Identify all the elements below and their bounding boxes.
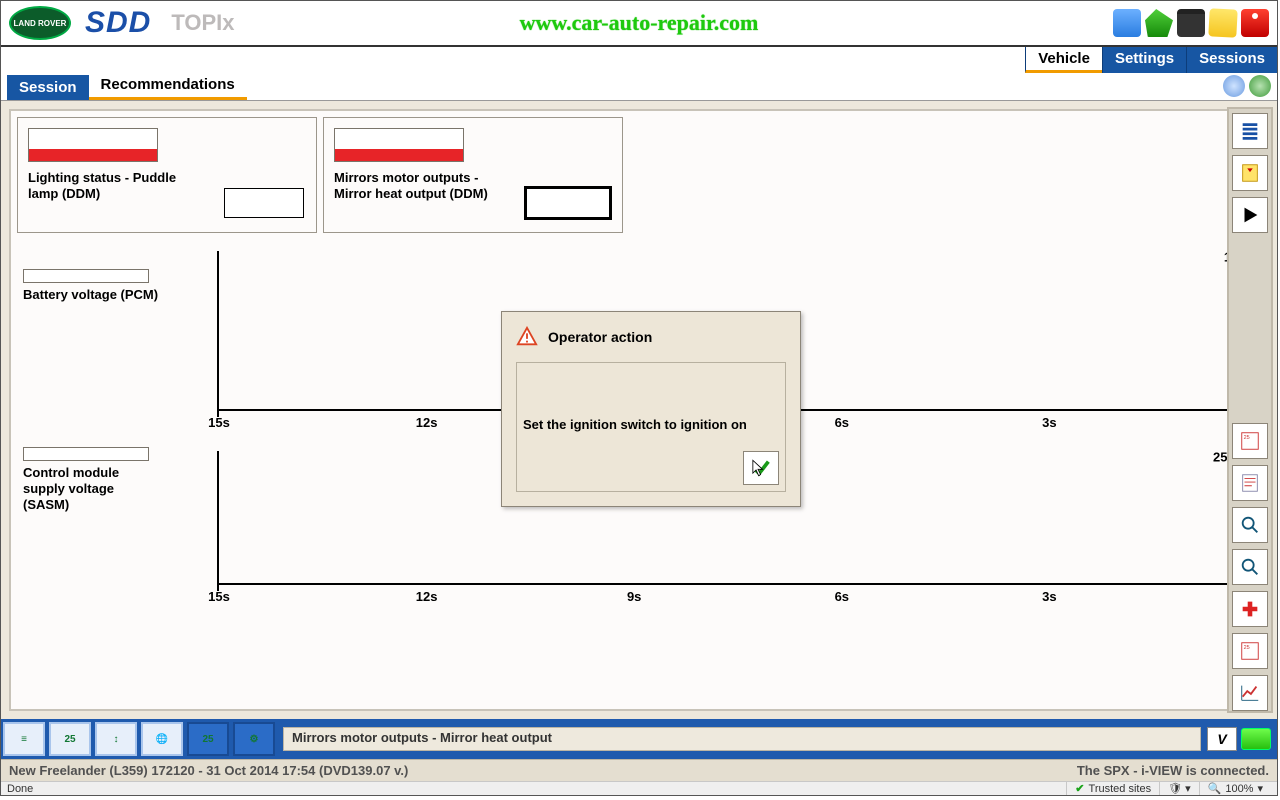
minichart-icon [334,128,464,162]
status-bar: New Freelander (L359) 172120 - 31 Oct 20… [1,759,1277,781]
btool-globe-button[interactable]: 🌐 [141,722,183,756]
param-box-control[interactable] [23,447,149,461]
check-icon: ✔ [1075,782,1084,795]
tool-zoom-button[interactable] [1232,549,1268,585]
svg-text:25: 25 [1244,645,1250,651]
xtick: 3s [1042,415,1056,430]
xtick: 15s [208,415,230,430]
operator-action-dialog: Operator action Set the ignition switch … [501,311,801,507]
card-label: Lighting status - Puddle lamp (DDM) [28,170,183,202]
xtick: 6s [835,415,849,430]
dialog-body: Set the ignition switch to ignition on [516,362,786,492]
dialog-title: Operator action [548,329,652,345]
oscilloscope-icon[interactable] [1113,9,1141,37]
status-left: New Freelander (L359) 172120 - 31 Oct 20… [9,763,408,778]
xtick: 9s [627,589,641,604]
btool-speed2-button[interactable]: 25 [187,722,229,756]
btool-module-button[interactable]: ⚙ [233,722,275,756]
tool-list-button[interactable] [1232,113,1268,149]
cursor-icon [751,459,765,477]
secondary-nav: Session Recommendations [1,73,1277,101]
notebook-icon[interactable] [1177,9,1205,37]
browser-done: Done [7,783,33,795]
param-label-control: Control module supply voltage (SASM) [23,465,163,513]
primary-nav: Vehicle Settings Sessions [1,47,1277,73]
status-right: The SPX - i-VIEW is connected. [1077,763,1269,778]
tool-speedo2-button[interactable]: 25 [1232,633,1268,669]
tool-zoom-graph-button[interactable] [1232,507,1268,543]
tool-save-button[interactable] [1232,155,1268,191]
xtick: 15s [208,589,230,604]
param-label-battery: Battery voltage (PCM) [23,287,158,303]
warning-icon [516,326,538,348]
dialog-message: Set the ignition switch to ignition on [523,417,747,432]
zoom-control[interactable]: 🔍 100% ▾ [1199,782,1271,795]
app-window: LAND ROVER SDD TOPIx www.car-auto-repair… [0,0,1278,796]
param-cards: Lighting status - Puddle lamp (DDM) Mirr… [17,117,623,233]
tab-vehicle[interactable]: Vehicle [1025,47,1102,73]
card-lighting-status[interactable]: Lighting status - Puddle lamp (DDM) [17,117,317,233]
tool-speedo-button[interactable]: 25 [1232,423,1268,459]
tab-settings[interactable]: Settings [1102,47,1186,73]
svg-text:25: 25 [1244,435,1250,441]
xtick: 6s [835,589,849,604]
btool-signals-button[interactable]: ≡ [3,722,45,756]
extinguisher-icon[interactable] [1241,9,1269,37]
watermark-url: www.car-auto-repair.com [520,10,759,36]
refresh-icon[interactable] [1249,75,1271,97]
tool-add-button[interactable] [1232,591,1268,627]
vehicle-icon[interactable] [1145,9,1173,37]
topix-label[interactable]: TOPIx [171,10,234,36]
landrover-logo: LAND ROVER [9,6,71,40]
tool-report-button[interactable] [1232,465,1268,501]
card-mirror-heat[interactable]: Mirrors motor outputs - Mirror heat outp… [323,117,623,233]
zoom-value: 100% [1225,783,1253,795]
top-icon-bar [1113,9,1269,37]
print-icon[interactable] [1223,75,1245,97]
card-label: Mirrors motor outputs - Mirror heat outp… [334,170,489,202]
card-value-box [224,188,304,218]
browser-status-bar: Done ✔ Trusted sites 🛡 ▾ 🔍 100% ▾ [1,781,1277,795]
card-value-box [524,186,612,220]
trusted-sites-label: Trusted sites [1089,783,1152,795]
subtab-session[interactable]: Session [7,75,89,100]
work-wrap: Lighting status - Puddle lamp (DDM) Mirr… [1,101,1277,719]
subtab-recommendations[interactable]: Recommendations [89,72,247,100]
vbat-indicator: V [1207,727,1237,751]
param-box-battery[interactable] [23,269,149,283]
right-toolbox: 25 25 [1227,107,1273,713]
xtick: 12s [416,415,438,430]
battery-icon [1241,728,1271,750]
tool-graph-button[interactable] [1232,675,1268,711]
minichart-icon [28,128,158,162]
top-bar: LAND ROVER SDD TOPIx www.car-auto-repair… [1,1,1277,47]
xtick: 12s [416,589,438,604]
sticky-note-icon[interactable] [1208,8,1237,37]
work-area: Lighting status - Puddle lamp (DDM) Mirr… [9,109,1269,711]
bottom-toolbar: ≡ 25 ↕ 🌐 25 ⚙ Mirrors motor outputs - Mi… [1,719,1277,759]
btool-updown-button[interactable]: ↕ [95,722,137,756]
security-zone-icon[interactable]: 🛡 ▾ [1159,782,1199,795]
tab-sessions[interactable]: Sessions [1186,47,1277,73]
tool-play-button[interactable] [1232,197,1268,233]
xtick: 3s [1042,589,1056,604]
landrover-logo-text: LAND ROVER [14,19,67,28]
btool-speed-button[interactable]: 25 [49,722,91,756]
bottom-description: Mirrors motor outputs - Mirror heat outp… [283,727,1201,751]
sdd-logo: SDD [85,6,151,40]
